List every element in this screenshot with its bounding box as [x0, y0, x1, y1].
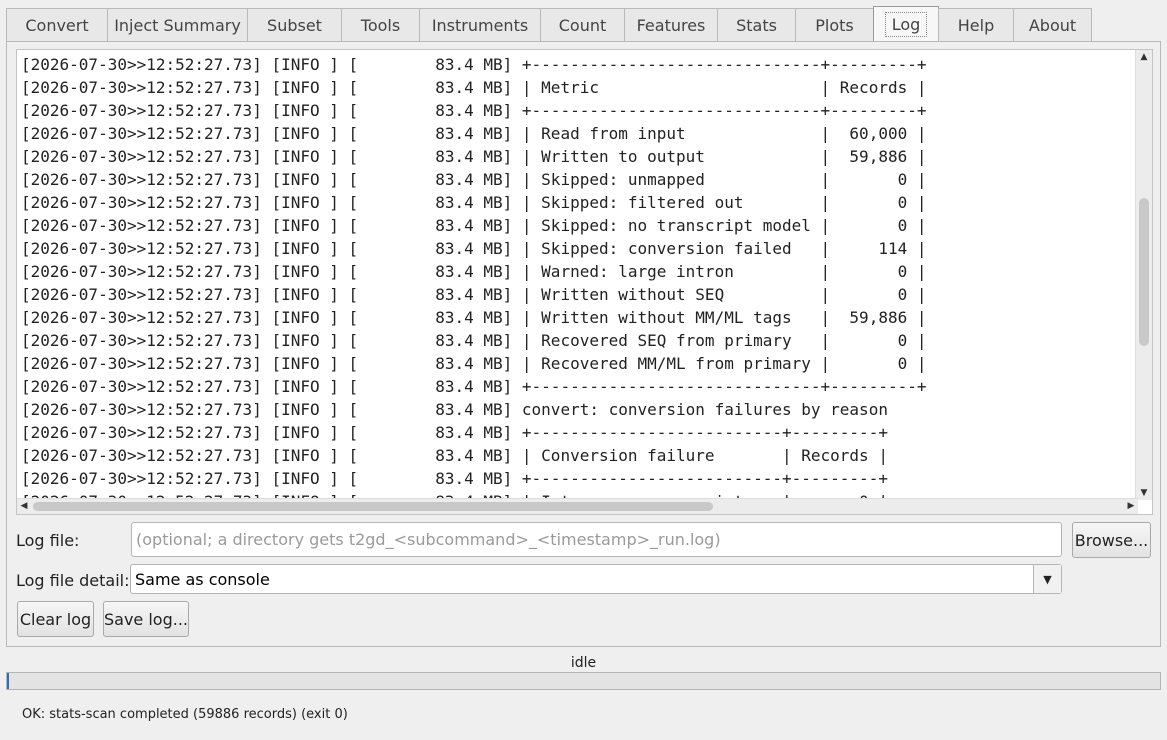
scroll-down-arrow-icon[interactable]: ▼ [1136, 486, 1152, 500]
tab-label: Count [558, 16, 607, 35]
tab-plots[interactable]: Plots [795, 8, 874, 42]
tab-label: About [1028, 16, 1077, 35]
log-file-placeholder: (optional; a directory gets t2gd_<subcom… [136, 530, 721, 549]
tab-label: Subset [267, 16, 322, 35]
tab-label: Tools [360, 16, 401, 35]
scroll-up-arrow-icon[interactable]: ▲ [1136, 50, 1152, 64]
tab-count[interactable]: Count [540, 8, 625, 42]
tab-label: Instruments [431, 16, 529, 35]
vertical-scroll-thumb[interactable] [1139, 198, 1149, 346]
log-detail-label: Log file detail: [16, 571, 130, 590]
tab-convert[interactable]: Convert [6, 8, 108, 42]
tab-label: Convert [25, 16, 89, 35]
log-file-input[interactable]: (optional; a directory gets t2gd_<subcom… [131, 522, 1062, 557]
tab-stats[interactable]: Stats [717, 8, 796, 42]
log-output[interactable]: [2026-07-30>>12:52:27.73] [INFO ] [ 83.4… [16, 49, 1153, 515]
tab-about[interactable]: About [1013, 8, 1092, 42]
tab-tools[interactable]: Tools [341, 8, 420, 42]
log-file-label: Log file: [16, 531, 80, 550]
chevron-down-icon[interactable]: ▼ [1033, 565, 1061, 593]
tab-label: Help [957, 16, 995, 35]
save-log-button[interactable]: Save log... [103, 601, 189, 637]
scroll-right-arrow-icon[interactable]: ▶ [1124, 499, 1138, 514]
tab-features[interactable]: Features [624, 8, 718, 42]
clear-log-button[interactable]: Clear log [17, 601, 94, 637]
progress-edge [7, 673, 9, 689]
horizontal-scroll-thumb[interactable] [33, 502, 713, 511]
log-detail-select[interactable]: Same as console ▼ [130, 564, 1062, 594]
status-state: idle [570, 655, 597, 671]
log-detail-value: Same as console [135, 569, 270, 589]
tab-inject-summary[interactable]: Inject Summary [107, 8, 248, 42]
browse-button[interactable]: Browse... [1072, 522, 1151, 558]
tab-subset[interactable]: Subset [247, 8, 342, 42]
tab-log[interactable]: Log [873, 6, 939, 42]
tab-label: Plots [815, 16, 854, 35]
tab-bar: Convert Inject Summary Subset Tools Instrume… [6, 6, 1161, 42]
tab-label: Inject Summary [114, 16, 241, 35]
tab-label: Log [884, 12, 928, 37]
horizontal-scrollbar[interactable]: ◀ ▶ [17, 498, 1138, 514]
progress-bar [6, 672, 1161, 690]
log-panel: [2026-07-30>>12:52:27.73] [INFO ] [ 83.4… [6, 41, 1161, 647]
vertical-scrollbar[interactable]: ▲ ▼ [1135, 50, 1152, 500]
log-text: [2026-07-30>>12:52:27.73] [INFO ] [ 83.4… [21, 55, 927, 511]
scroll-left-arrow-icon[interactable]: ◀ [17, 499, 31, 514]
tab-instruments[interactable]: Instruments [419, 8, 541, 42]
status-message: OK: stats-scan completed (59886 records)… [22, 707, 348, 722]
tab-label: Stats [736, 16, 777, 35]
tab-label: Features [636, 16, 706, 35]
tab-help[interactable]: Help [938, 8, 1014, 42]
